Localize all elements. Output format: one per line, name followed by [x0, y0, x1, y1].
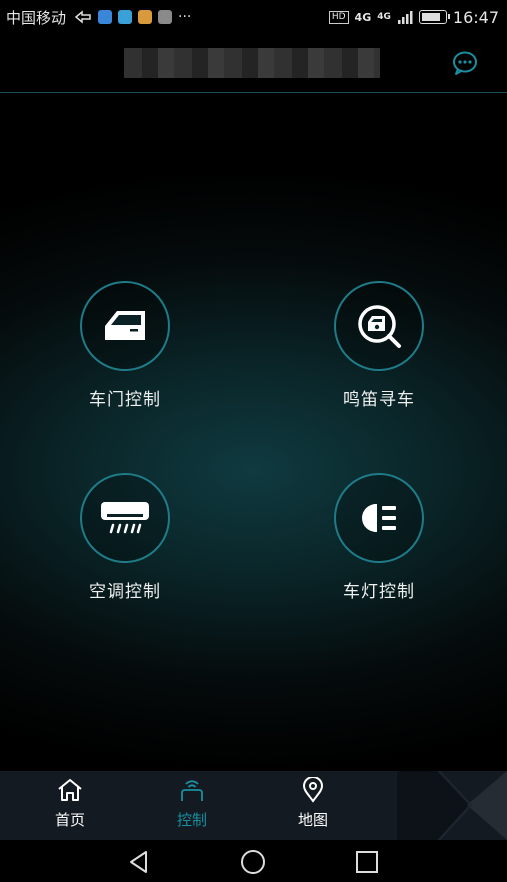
tabbar-decoration — [397, 771, 507, 840]
door-control-circle[interactable] — [80, 281, 170, 371]
app-notification-icon — [158, 10, 173, 24]
door-control-button[interactable]: 车门控制 — [40, 281, 210, 410]
car-door-icon — [105, 311, 145, 340]
ac-control-label: 空调控制 — [89, 582, 161, 602]
app-screen: 中国移动 ··· HD 4G 4G 16:47 车门控制 鸣笛寻车 空调控制 车… — [0, 0, 507, 882]
recents-icon[interactable] — [354, 849, 380, 875]
status-right: HD 4G 4G 16:47 — [328, 7, 499, 27]
air-conditioner-icon — [101, 502, 149, 534]
light-control-button[interactable]: 车灯控制 — [294, 473, 464, 602]
signal-sync-icon — [74, 10, 91, 24]
bottom-tab-bar: 首页 控制 地图 — [0, 771, 507, 840]
tab-control-label: 控制 — [176, 811, 207, 829]
battery-icon — [418, 10, 450, 24]
page-title — [124, 48, 380, 78]
map-pin-icon — [302, 776, 324, 803]
carrier-label: 中国移动 — [6, 8, 67, 27]
signal-strength-icon — [397, 11, 413, 24]
app-header — [0, 34, 507, 93]
tab-home-label: 首页 — [54, 811, 85, 829]
status-bar: 中国移动 ··· HD 4G 4G 16:47 — [0, 0, 507, 34]
light-control-circle[interactable] — [334, 473, 424, 563]
back-icon[interactable] — [126, 849, 152, 875]
door-control-label: 车门控制 — [89, 390, 161, 410]
tab-map[interactable]: 地图 — [278, 776, 348, 830]
find-car-button[interactable]: 鸣笛寻车 — [294, 281, 464, 410]
control-icon — [181, 780, 203, 801]
chat-bubble-icon[interactable] — [452, 50, 478, 76]
network-type-1: 4G — [354, 10, 372, 24]
headlight-icon — [362, 504, 396, 532]
light-control-label: 车灯控制 — [343, 582, 415, 602]
find-car-icon — [358, 305, 401, 348]
tab-control[interactable]: 控制 — [157, 777, 227, 830]
ac-control-circle[interactable] — [80, 473, 170, 563]
find-car-circle[interactable] — [334, 281, 424, 371]
network-type-2: 4G — [377, 12, 391, 22]
tab-map-label: 地图 — [297, 811, 328, 829]
find-car-label: 鸣笛寻车 — [343, 390, 415, 410]
app-notification-icon — [118, 10, 133, 24]
ac-control-button[interactable]: 空调控制 — [40, 473, 210, 602]
hd-badge: HD — [328, 10, 349, 24]
app-notification-icon — [98, 10, 113, 24]
app-notification-icon — [138, 10, 153, 24]
tab-home[interactable]: 首页 — [35, 777, 105, 830]
more-notifications: ··· — [178, 9, 192, 25]
home-circle-icon[interactable] — [240, 849, 266, 875]
system-nav-bar — [0, 840, 507, 882]
home-icon — [58, 779, 82, 801]
clock: 16:47 — [452, 7, 499, 27]
notification-icons: ··· — [74, 9, 191, 25]
